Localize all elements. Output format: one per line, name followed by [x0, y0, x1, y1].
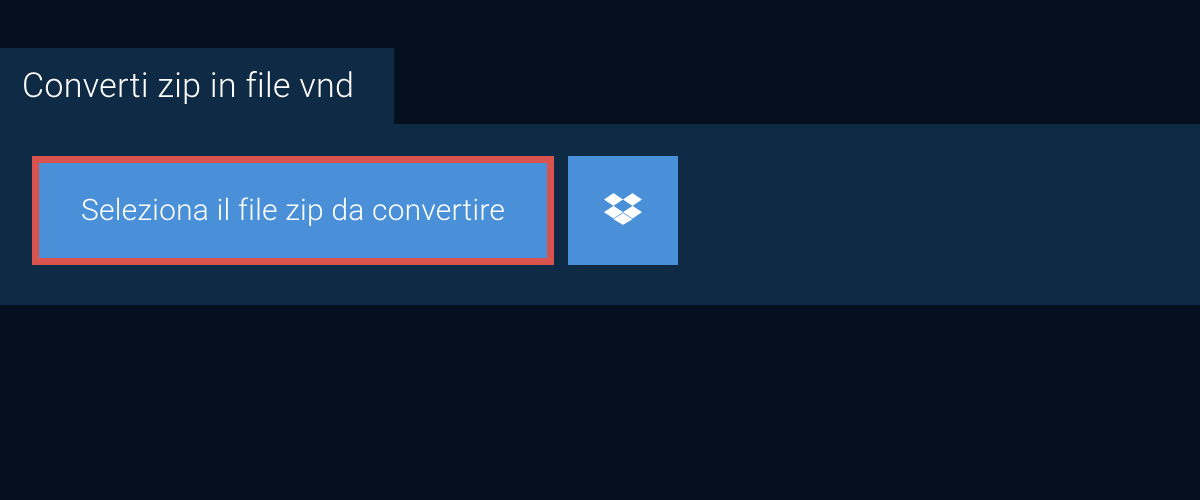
tab-convert[interactable]: Converti zip in file vnd: [0, 48, 394, 124]
conversion-panel: Seleziona il file zip da convertire: [0, 124, 1200, 305]
dropbox-icon: [604, 190, 642, 232]
tab-label: Converti zip in file vnd: [22, 66, 354, 106]
select-file-button[interactable]: Seleziona il file zip da convertire: [32, 156, 554, 265]
dropbox-button[interactable]: [568, 156, 678, 265]
select-file-label: Seleziona il file zip da convertire: [81, 193, 505, 228]
tab-bar: Converti zip in file vnd: [0, 0, 1200, 124]
